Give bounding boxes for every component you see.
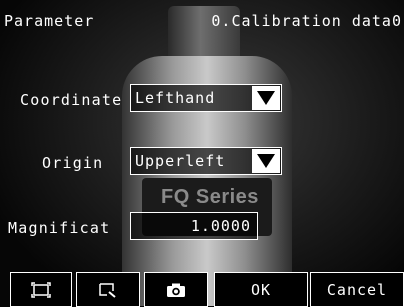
cancel-button[interactable]: Cancel (310, 272, 404, 307)
origin-value: Upperleft (135, 152, 226, 170)
chevron-down-icon (257, 154, 275, 168)
capture-button[interactable] (144, 272, 208, 307)
coordinate-select[interactable]: Lefthand (130, 84, 282, 112)
fit-screen-icon (31, 281, 51, 298)
coordinate-value: Lefthand (135, 89, 216, 107)
chevron-down-icon (257, 91, 275, 105)
calibration-context: 0.Calibration data0 (211, 12, 402, 30)
cancel-label: Cancel (326, 281, 388, 299)
ok-button[interactable]: OK (214, 272, 308, 307)
coordinate-label: Coordinate (20, 91, 123, 109)
zoom-icon (99, 282, 116, 298)
origin-select[interactable]: Upperleft (130, 147, 282, 175)
zoom-button[interactable] (76, 272, 140, 307)
camera-icon (167, 283, 185, 297)
ok-label: OK (250, 281, 272, 299)
page-title: Parameter (4, 12, 95, 30)
fit-screen-button[interactable] (10, 272, 72, 307)
origin-label: Origin (42, 154, 104, 172)
magnification-field[interactable]: 1.0000 (130, 212, 258, 240)
bottle-label-text: FQ Series (161, 186, 259, 208)
coordinate-dropdown-button[interactable] (252, 86, 280, 110)
magnification-label: Magnificat (8, 219, 111, 237)
origin-dropdown-button[interactable] (252, 149, 280, 173)
magnification-value: 1.0000 (190, 217, 251, 235)
